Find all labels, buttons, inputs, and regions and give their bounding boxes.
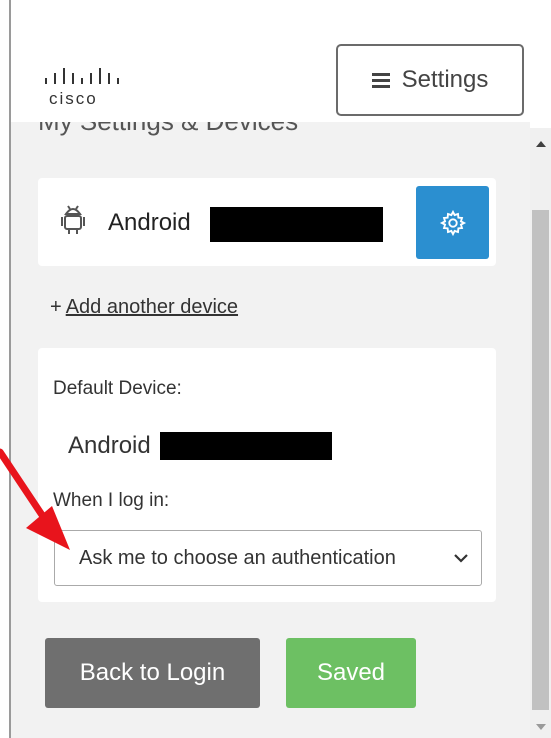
back-to-login-button[interactable]: Back to Login xyxy=(45,638,260,708)
redacted-phone-number xyxy=(210,207,383,242)
cisco-wordmark: cisco xyxy=(49,89,98,108)
add-device-row: + Add another device xyxy=(50,296,238,319)
settings-label: Settings xyxy=(401,66,489,93)
saved-button[interactable]: Saved xyxy=(286,638,416,708)
authentication-select[interactable]: Ask me to choose an authentication xyxy=(54,530,482,586)
default-device-label: Default Device: xyxy=(53,378,182,399)
default-device-panel: Default Device: Android When I log in: A… xyxy=(38,348,496,602)
scroll-up-icon[interactable] xyxy=(536,141,546,147)
android-icon xyxy=(61,205,85,234)
device-settings-button[interactable] xyxy=(416,186,489,259)
header: cisco Settings xyxy=(11,0,530,122)
device-name: Android xyxy=(108,209,191,236)
scrollbar-thumb[interactable] xyxy=(532,210,549,710)
default-device-value: Android xyxy=(68,432,151,459)
add-device-link[interactable]: Add another device xyxy=(66,296,238,318)
authentication-select-value: Ask me to choose an authentication xyxy=(79,547,396,569)
redacted-phone-number xyxy=(160,432,332,460)
scroll-down-icon[interactable] xyxy=(536,724,546,730)
cisco-bars-icon xyxy=(45,68,119,84)
chevron-down-icon xyxy=(454,554,468,563)
cisco-logo: cisco xyxy=(38,48,126,122)
settings-button[interactable]: Settings xyxy=(336,44,524,116)
plus-glyph: + xyxy=(50,296,62,318)
gear-icon xyxy=(439,209,466,236)
hamburger-icon xyxy=(371,73,390,88)
red-arrow-annotation xyxy=(0,448,70,550)
device-card: Android xyxy=(38,178,496,266)
